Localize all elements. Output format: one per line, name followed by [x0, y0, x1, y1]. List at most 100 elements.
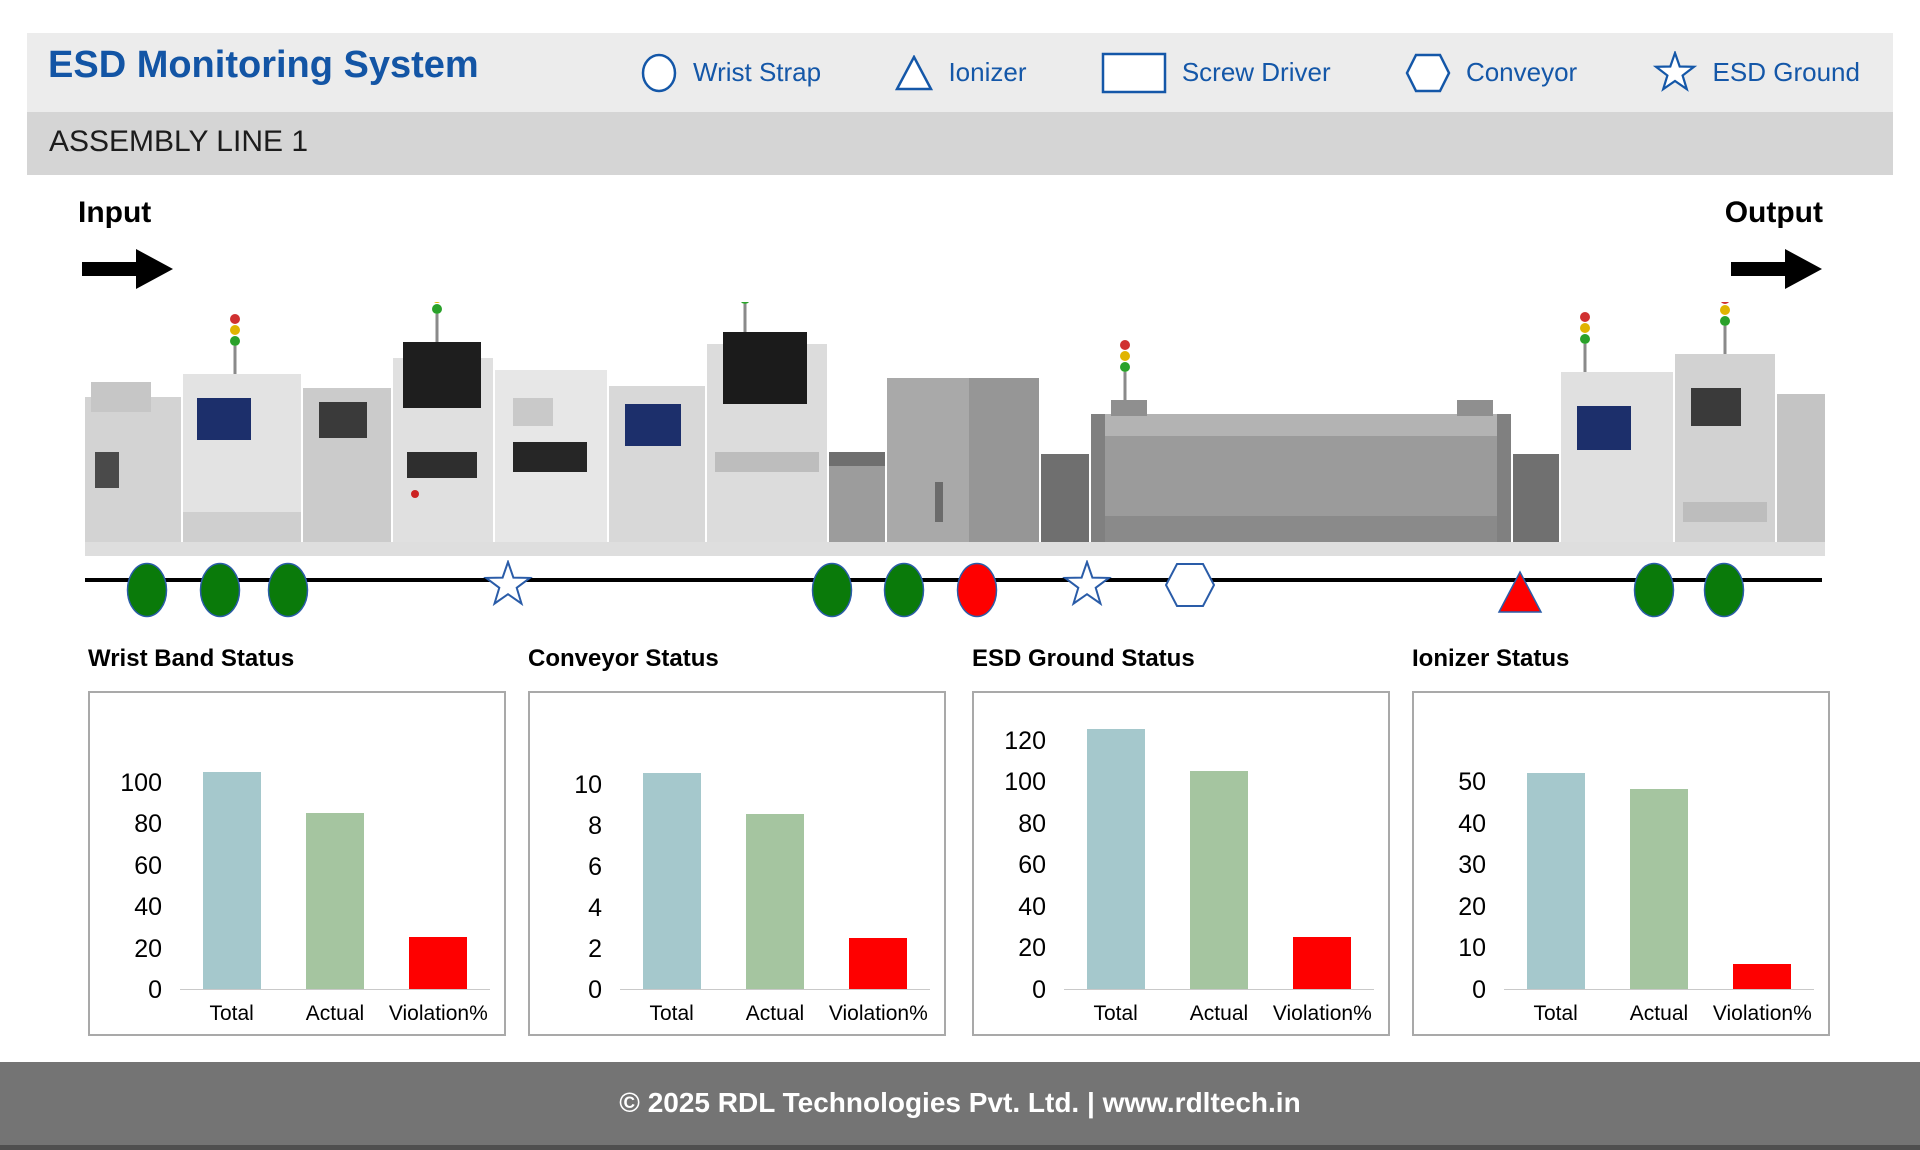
bar-total — [203, 772, 261, 990]
marker-triangle-violation — [1497, 570, 1543, 614]
y-tick-label: 120 — [974, 728, 1046, 754]
marker-circle-ok — [267, 562, 309, 618]
x-category-label: Actual — [1607, 1002, 1710, 1026]
legend-item-esd-ground: ESD Ground — [1652, 51, 1860, 95]
chart-title: Ionizer Status — [1412, 645, 1830, 691]
assembly-line-bar: ASSEMBLY LINE 1 — [27, 112, 1893, 175]
y-tick-label: 0 — [1414, 977, 1486, 1003]
bar-violation — [849, 938, 907, 989]
output-arrow-icon — [1731, 248, 1823, 290]
x-category-label: Total — [1064, 1002, 1167, 1026]
y-axis-ticks: 0246810 — [530, 760, 612, 990]
y-tick-label: 80 — [974, 811, 1046, 837]
marker-circle-ok — [811, 562, 853, 618]
x-category-label: Violation% — [1711, 1002, 1814, 1026]
x-category-label: Violation% — [827, 1002, 930, 1026]
legend-item-conveyor: Conveyor — [1405, 53, 1577, 93]
x-axis-labels: TotalActualViolation% — [1064, 1002, 1374, 1026]
input-arrow-icon — [82, 248, 174, 290]
chart-plot-area: 020406080100120TotalActualViolation% — [972, 691, 1390, 1036]
legend-label: Ionizer — [948, 57, 1026, 88]
legend-item-screw-driver: Screw Driver — [1101, 52, 1331, 94]
marker-circle-ok — [1633, 562, 1675, 618]
bar-actual — [746, 814, 804, 989]
y-tick-label: 40 — [974, 894, 1046, 920]
hexagon-icon — [1405, 53, 1451, 93]
y-tick-label: 80 — [90, 811, 162, 837]
x-category-label: Actual — [283, 1002, 386, 1026]
chart-title: Wrist Band Status — [88, 645, 506, 691]
assembly-line-title: ASSEMBLY LINE 1 — [49, 125, 1893, 159]
legend-item-wrist-strap: Wrist Strap — [640, 52, 821, 94]
y-tick-label: 4 — [530, 895, 602, 921]
assembly-track-line — [85, 578, 1822, 582]
chart-title: ESD Ground Status — [972, 645, 1390, 691]
chart-title: Conveyor Status — [528, 645, 946, 691]
y-tick-label: 20 — [1414, 894, 1486, 920]
legend-item-ionizer: Ionizer — [895, 55, 1026, 91]
page-title: ESD Monitoring System — [48, 44, 479, 87]
marker-star-outline — [1062, 560, 1112, 610]
y-tick-label: 100 — [90, 770, 162, 796]
shape-legend: Wrist Strap Ionizer Screw Driver Conveyor ES… — [640, 33, 1860, 112]
bar-actual — [1630, 789, 1688, 989]
output-label: Output — [1725, 196, 1823, 230]
x-axis-labels: TotalActualViolation% — [180, 1002, 490, 1026]
assembly-line-illustration — [85, 302, 1825, 560]
y-tick-label: 0 — [90, 977, 162, 1003]
y-tick-label: 40 — [1414, 811, 1486, 837]
legend-label: ESD Ground — [1713, 57, 1860, 88]
y-tick-label: 20 — [90, 936, 162, 962]
marker-star-outline — [483, 560, 533, 610]
marker-hexagon-outline — [1165, 563, 1215, 607]
marker-circle-violation — [956, 562, 998, 618]
triangle-icon — [895, 55, 933, 91]
x-category-label: Actual — [723, 1002, 826, 1026]
x-category-label: Actual — [1167, 1002, 1270, 1026]
y-axis-ticks: 020406080100120 — [974, 720, 1056, 990]
chart-esd-ground-status: ESD Ground Status020406080100120TotalAct… — [972, 645, 1390, 1038]
y-tick-label: 0 — [530, 977, 602, 1003]
bar-total — [1527, 773, 1585, 989]
y-tick-label: 6 — [530, 854, 602, 880]
chart-wrist-band-status: Wrist Band Status 0 20 40 60 80 100 TotalActual… — [88, 645, 506, 1038]
y-tick-label: 60 — [90, 853, 162, 879]
x-category-label: Total — [1504, 1002, 1607, 1026]
y-tick-label: 100 — [974, 769, 1046, 795]
x-axis-labels: TotalActualViolation% — [620, 1002, 930, 1026]
bar-total — [643, 773, 701, 989]
y-axis-ticks: 01020304050 — [1414, 757, 1496, 990]
bar-actual — [1190, 771, 1248, 989]
y-tick-label: 40 — [90, 894, 162, 920]
y-tick-label: 30 — [1414, 852, 1486, 878]
chart-ionizer-status: Ionizer Status01020304050TotalActualViol… — [1412, 645, 1830, 1038]
y-axis-ticks: 020406080100 — [90, 758, 172, 990]
bar-total — [1087, 729, 1145, 989]
rectangle-icon — [1101, 52, 1167, 94]
x-category-label: Violation% — [1271, 1002, 1374, 1026]
legend-label: Conveyor — [1466, 57, 1577, 88]
x-axis-labels: TotalActualViolation% — [1504, 1002, 1814, 1026]
chart-plot-area: 01020304050TotalActualViolation% — [1412, 691, 1830, 1036]
bars-region — [180, 757, 490, 990]
y-tick-label: 2 — [530, 936, 602, 962]
bar-violation — [1733, 964, 1791, 989]
legend-label: Screw Driver — [1182, 57, 1331, 88]
chart-plot-area: 0 20 40 60 80 100 TotalActualViolation% — [88, 691, 506, 1036]
y-tick-label: 8 — [530, 813, 602, 839]
bar-violation — [409, 937, 467, 989]
bar-actual — [306, 813, 364, 989]
input-label: Input — [78, 196, 151, 230]
marker-circle-ok — [1703, 562, 1745, 618]
marker-circle-ok — [883, 562, 925, 618]
bars-region — [1504, 756, 1814, 990]
y-tick-label: 10 — [530, 772, 602, 798]
footer-edge — [0, 1145, 1920, 1150]
bars-region — [620, 759, 930, 990]
x-category-label: Total — [620, 1002, 723, 1026]
x-category-label: Total — [180, 1002, 283, 1026]
bar-violation — [1293, 937, 1351, 989]
y-tick-label: 10 — [1414, 935, 1486, 961]
star-icon — [1652, 51, 1698, 95]
marker-circle-ok — [199, 562, 241, 618]
